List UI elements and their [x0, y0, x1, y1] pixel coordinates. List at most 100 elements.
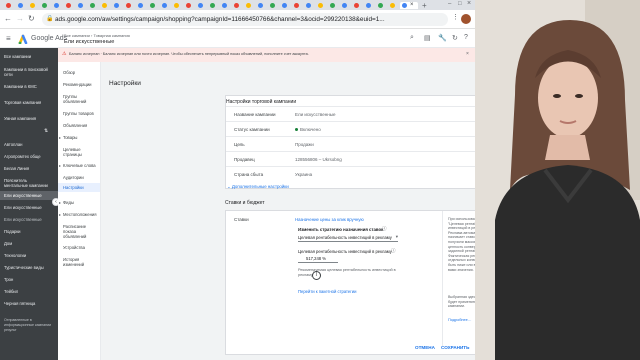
sidebar-item-campaign[interactable]: Тейбил [4, 289, 18, 294]
subnav-recommendations[interactable]: Рекомендации [63, 82, 99, 87]
subnav-overview[interactable]: Обзор [63, 70, 99, 75]
reports-icon[interactable]: ▤ [424, 34, 431, 42]
browser-tab[interactable] [220, 2, 230, 9]
subnav-settings-selected[interactable]: Настройки [58, 183, 100, 192]
browser-tab[interactable] [352, 2, 362, 9]
portfolio-strategy-link[interactable]: Перейти к пакетной стратегии [298, 289, 356, 294]
tools-icon[interactable]: 🔧 [438, 34, 447, 42]
browser-tab[interactable] [208, 2, 218, 9]
browser-tab-active[interactable]: × [400, 2, 418, 9]
browser-tab[interactable] [376, 2, 386, 9]
browser-tab[interactable] [268, 2, 278, 9]
learn-more-link[interactable]: Подробнее… [448, 318, 472, 322]
subnav-products[interactable]: Товары [63, 135, 99, 140]
sidebar-item-shopping[interactable]: Торговая кампания [4, 100, 41, 105]
browser-tab[interactable] [304, 2, 314, 9]
filter-icon[interactable]: ⇅ [44, 128, 48, 134]
expand-icon[interactable]: ▸ [59, 135, 61, 140]
reload-icon[interactable]: ↻ [28, 14, 35, 23]
sidebar-item-campaign[interactable]: Пояснитель ментальные кампании [4, 178, 50, 188]
sidebar-item-campaign[interactable]: Агропромтех обще [4, 154, 41, 159]
search-icon[interactable]: ⌕ [410, 34, 414, 42]
close-window-icon[interactable]: × [467, 0, 471, 7]
subnav-landing-pages[interactable]: Целевые страницы [63, 147, 99, 157]
browser-tab[interactable] [88, 2, 98, 9]
browser-tab[interactable] [148, 2, 158, 9]
more-settings-link[interactable]: ⌄ Дополнительные настройки [227, 184, 289, 190]
sidebar-item-search-campaigns[interactable]: Кампании в поисковой сети [4, 67, 54, 77]
sidebar-item-campaign[interactable]: Белая Линия [4, 166, 29, 171]
browser-tab[interactable] [100, 2, 110, 9]
campaign-title[interactable]: Ели искусственные [64, 39, 114, 45]
subnav-audiences[interactable]: Аудитории [63, 175, 99, 180]
back-arrow-icon[interactable]: ← [4, 14, 12, 23]
tab-close-icon[interactable]: × [410, 2, 414, 8]
subnav-ad-groups[interactable]: Группы объявлений [63, 94, 99, 104]
sidebar-item-campaign[interactable]: Черная пятница [4, 301, 35, 306]
sidebar-item-campaign[interactable]: Отправленные в информационные кампании р… [4, 318, 54, 333]
browser-tab[interactable] [340, 2, 350, 9]
subnav-ad-schedule[interactable]: Расписание показа объявлений [63, 224, 99, 239]
close-alert-icon[interactable]: × [466, 51, 469, 57]
subnav-locations[interactable]: Местоположения [63, 212, 99, 217]
expand-icon[interactable]: ▸ [59, 200, 61, 205]
sidebar-item-campaign[interactable]: Технологии [4, 253, 26, 258]
browser-tab[interactable] [136, 2, 146, 9]
browser-tab[interactable] [364, 2, 374, 9]
strategy-select[interactable]: Целевая рентабельность инвестиций в рекл… [298, 234, 398, 242]
browser-tab[interactable] [184, 2, 194, 9]
browser-tab[interactable] [328, 2, 338, 9]
browser-tab[interactable] [76, 2, 86, 9]
browser-tab[interactable] [256, 2, 266, 9]
sidebar-item-campaign[interactable]: Ели искусственные [4, 217, 42, 222]
subnav-change-history[interactable]: История изменений [63, 257, 99, 267]
help-icon[interactable]: ⓘ [391, 248, 396, 254]
new-tab-icon[interactable]: + [422, 1, 427, 10]
browser-tab[interactable] [112, 2, 122, 9]
browser-tab[interactable] [316, 2, 326, 9]
breadcrumb[interactable]: Все кампании › Товарная кампания [64, 33, 130, 38]
browser-tab[interactable] [4, 2, 14, 9]
target-roas-input[interactable]: 517,248 % [298, 256, 338, 263]
subnav-devices[interactable]: Устройства [63, 245, 99, 250]
browser-tab[interactable] [388, 2, 398, 9]
browser-tab[interactable] [64, 2, 74, 9]
menu-icon[interactable]: ≡ [6, 34, 11, 43]
sidebar-item-all-campaigns[interactable]: Все кампании [4, 54, 31, 59]
subnav-ads[interactable]: Объявления [63, 123, 99, 128]
browser-tab[interactable] [172, 2, 182, 9]
sidebar-item-selected[interactable]: Ели искусственные [0, 191, 58, 200]
browser-tab[interactable] [52, 2, 62, 9]
browser-tab[interactable] [244, 2, 254, 9]
expand-icon[interactable]: ▸ [59, 163, 61, 168]
browser-tab[interactable] [232, 2, 242, 9]
browser-tab[interactable] [16, 2, 26, 9]
sidebar-item-campaign[interactable]: Туристические виды [4, 265, 44, 270]
sidebar-item-campaign[interactable]: Подарки [4, 229, 21, 234]
sidebar-item-campaign[interactable]: Автоплан [4, 142, 22, 147]
maximize-icon[interactable]: □ [458, 1, 462, 7]
help-icon[interactable]: ? [464, 34, 468, 41]
subnav-keywords[interactable]: Ключевые слова [63, 163, 99, 168]
minimize-icon[interactable]: – [448, 1, 451, 7]
subnav-feeds[interactable]: Фиды [63, 200, 99, 205]
sidebar-item-campaign[interactable]: Дом [4, 241, 12, 246]
sidebar-item-display-campaigns[interactable]: Кампании в КМС [4, 84, 37, 89]
browser-tab[interactable] [196, 2, 206, 9]
url-field[interactable]: 🔒 ads.google.com/aw/settings/campaign/sh… [42, 13, 448, 26]
sidebar-item-smart[interactable]: Умная кампания [4, 116, 36, 121]
expand-icon[interactable]: ▸ [59, 212, 61, 217]
refresh-icon[interactable]: ↻ [452, 34, 458, 42]
manual-cpc-link[interactable]: Назначение цены за клик вручную [295, 217, 364, 222]
cancel-button[interactable]: ОТМЕНА [415, 345, 435, 350]
sidebar-item-campaign[interactable]: Ели искусственные [4, 205, 42, 210]
subnav-product-groups[interactable]: Группы товаров [63, 111, 99, 116]
save-button[interactable]: СОХРАНИТЬ [441, 345, 469, 350]
browser-tab[interactable] [280, 2, 290, 9]
browser-tab[interactable] [292, 2, 302, 9]
sidebar-item-campaign[interactable]: Трон [4, 277, 13, 282]
profile-avatar[interactable] [461, 14, 471, 24]
browser-tab[interactable] [40, 2, 50, 9]
browser-tab[interactable] [160, 2, 170, 9]
extensions-icon[interactable]: ⋮ [452, 13, 459, 21]
